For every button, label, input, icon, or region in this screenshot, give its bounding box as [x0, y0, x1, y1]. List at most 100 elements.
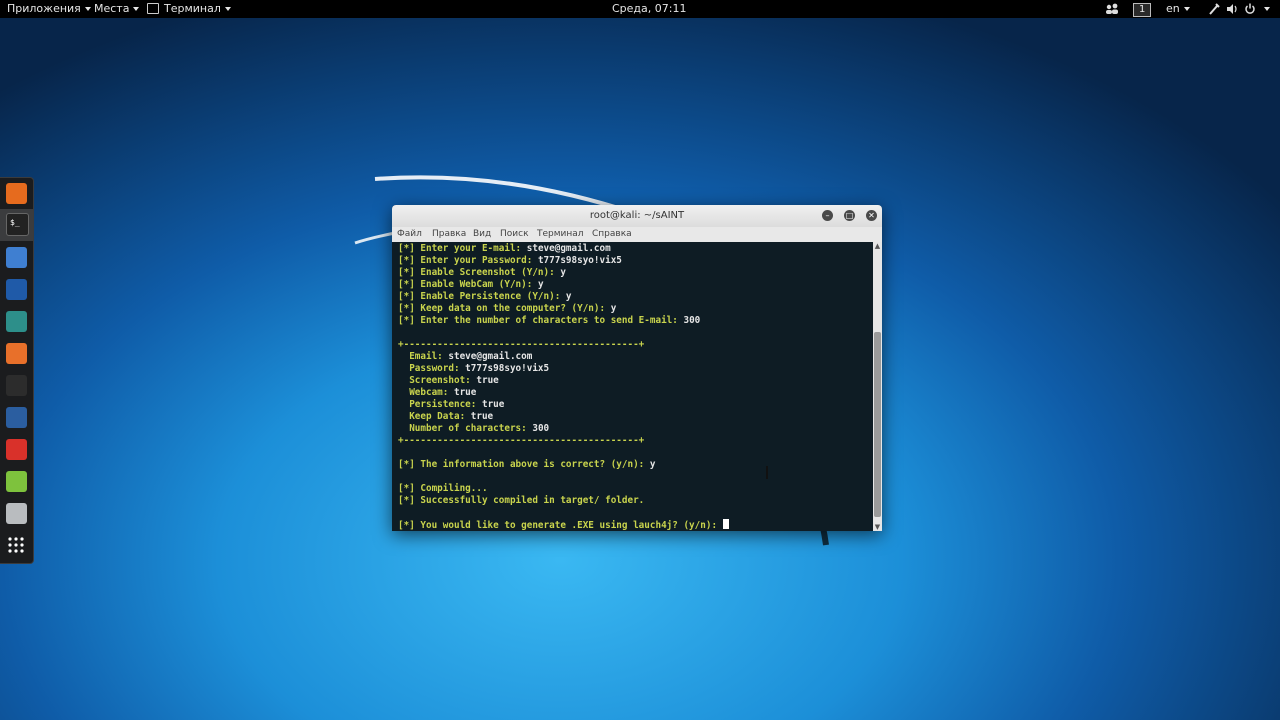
workspace-indicator[interactable]: 1 [1133, 0, 1152, 18]
scroll-thumb[interactable] [874, 332, 881, 517]
terminal-line: [*] Enable Persistence (Y/n): y [398, 291, 729, 303]
system-menu[interactable] [1260, 0, 1270, 18]
terminal-input-value: y [560, 267, 566, 278]
terminal-prompt: Keep Data: [398, 411, 471, 422]
show-apps-icon[interactable] [6, 535, 27, 556]
terminal-prompt: [*] Enable WebCam (Y/n): [398, 279, 538, 290]
mouse-text-cursor-icon [766, 466, 768, 479]
terminal-input-value: y [565, 291, 572, 302]
terminal-prompt: +---------------------------------------… [398, 339, 645, 350]
terminal-prompt: [*] Keep data on the computer? (Y/n): [398, 303, 611, 314]
terminal-line: Number of characters: 300 [398, 423, 729, 435]
terminal-icon[interactable]: $_ [6, 213, 29, 236]
terminal-input-value: true [476, 375, 499, 386]
scroll-up-icon[interactable]: ▲ [873, 242, 882, 250]
terminal-prompt: [*] You would like to generate .EXE usin… [398, 520, 723, 531]
terminal-line: +---------------------------------------… [398, 339, 729, 351]
terminal-input-value: steve@gmail.com [526, 243, 611, 254]
terminal-line: Screenshot: true [398, 375, 729, 387]
terminal-line: Email: steve@gmail.com [398, 351, 729, 363]
terminal-input-value: t777s98syo!vix5 [537, 255, 622, 266]
menu-file[interactable]: Файл [397, 227, 422, 242]
places-menu[interactable]: Места [94, 0, 140, 18]
minimize-button[interactable]: – [822, 210, 833, 221]
terminal-line: Persistence: true [398, 399, 729, 411]
terminal-input-value: y [537, 279, 544, 290]
tools-icon[interactable] [1208, 0, 1220, 18]
terminal-line: Webcam: true [398, 387, 729, 399]
terminal-input-value: y [610, 303, 617, 314]
language-menu[interactable]: en [1166, 0, 1190, 18]
beef-icon[interactable] [6, 407, 27, 428]
terminal-prompt: [*] Enter the number of characters to se… [398, 315, 684, 326]
maltego-icon[interactable] [6, 375, 27, 396]
terminal-line: [*] Enter the number of characters to se… [398, 315, 729, 327]
volume-icon[interactable] [1226, 0, 1238, 18]
language-label: en [1166, 2, 1180, 15]
terminal-line: +---------------------------------------… [398, 435, 729, 447]
chevron-down-icon [84, 7, 91, 11]
clock[interactable]: Среда, 07:11 [612, 0, 686, 18]
terminal-app-menu[interactable]: Терминал [147, 0, 231, 18]
armitage-icon[interactable] [6, 311, 27, 332]
terminal-line: [*] The information above is correct? (y… [398, 459, 729, 471]
terminal-prompt: [*] Enable Persistence (Y/n): [398, 291, 566, 302]
metasploit-icon[interactable] [6, 279, 27, 300]
burpsuite-icon[interactable] [6, 343, 27, 364]
terminal-prompt: Password: [398, 363, 466, 374]
menu-terminal[interactable]: Терминал [537, 227, 584, 242]
window-titlebar[interactable]: root@kali: ~/sAINT – □ ✕ [392, 205, 882, 227]
terminal-input-value: t777s98syo!vix5 [465, 363, 550, 374]
applications-menu[interactable]: Приложения [7, 0, 91, 18]
terminal-window[interactable]: root@kali: ~/sAINT – □ ✕ Файл Правка Вид… [392, 205, 882, 531]
chevron-down-icon [1264, 7, 1270, 11]
terminal-line: [*] Enable WebCam (Y/n): y [398, 279, 729, 291]
chevron-down-icon [1183, 7, 1190, 11]
terminal-prompt: Persistence: [398, 399, 482, 410]
terminal-line: [*] Keep data on the computer? (Y/n): y [398, 303, 729, 315]
terminal-input-value: y [649, 459, 656, 470]
faraday-icon[interactable] [6, 439, 27, 460]
terminal-prompt: [*] The information above is correct? (y… [398, 459, 650, 470]
scroll-down-icon[interactable]: ▼ [873, 523, 882, 531]
terminal-prompt: Number of characters: [398, 423, 533, 434]
firefox-icon[interactable] [6, 183, 27, 204]
screenshot-icon[interactable] [6, 503, 27, 524]
menu-edit[interactable]: Правка [432, 227, 466, 242]
files-icon[interactable] [6, 247, 27, 268]
workspace-number: 1 [1133, 3, 1152, 17]
menu-view[interactable]: Вид [473, 227, 491, 242]
text-editor-icon[interactable] [6, 471, 27, 492]
chevron-down-icon [133, 7, 140, 11]
terminal-line: [*] Enable Screenshot (Y/n): y [398, 267, 729, 279]
power-icon[interactable] [1244, 0, 1256, 18]
terminal-lines: [*] Enter your E-mail: steve@gmail.com [*… [398, 243, 729, 531]
terminal-input-value: true [481, 399, 505, 410]
terminal-prompt: Email: [398, 351, 449, 362]
menu-help[interactable]: Справка [592, 227, 632, 242]
terminal-line: [*] You would like to generate .EXE usin… [398, 519, 729, 531]
top-panel: Приложения Места Терминал Среда, 07:11 1… [0, 0, 1280, 18]
terminal-line: [*] Successfully compiled in target/ fol… [398, 495, 729, 507]
terminal-cursor [722, 519, 729, 529]
terminal-line: [*] Enter your Password: t777s98syo!vix5 [398, 255, 729, 267]
terminal-prompt: [*] Enable Screenshot (Y/n): [398, 267, 561, 278]
maximize-button[interactable]: □ [844, 210, 855, 221]
menubar: Файл Правка Вид Поиск Терминал Справка [392, 227, 882, 243]
scrollbar[interactable]: ▲ ▼ [873, 242, 882, 531]
users-icon[interactable] [1105, 0, 1119, 18]
terminal-line: [*] Compiling... [398, 483, 729, 495]
terminal-line: Keep Data: true [398, 411, 729, 423]
terminal-output[interactable]: [*] Enter your E-mail: steve@gmail.com [*… [392, 242, 873, 531]
terminal-line: Password: t777s98syo!vix5 [398, 363, 729, 375]
terminal-app-label: Терминал [164, 2, 221, 15]
window-title: root@kali: ~/sAINT [589, 210, 685, 221]
terminal-input-value: 300 [683, 315, 701, 326]
terminal-input-value: 300 [532, 423, 550, 434]
menu-search[interactable]: Поиск [500, 227, 529, 242]
places-label: Места [94, 2, 130, 15]
close-button[interactable]: ✕ [866, 210, 877, 221]
